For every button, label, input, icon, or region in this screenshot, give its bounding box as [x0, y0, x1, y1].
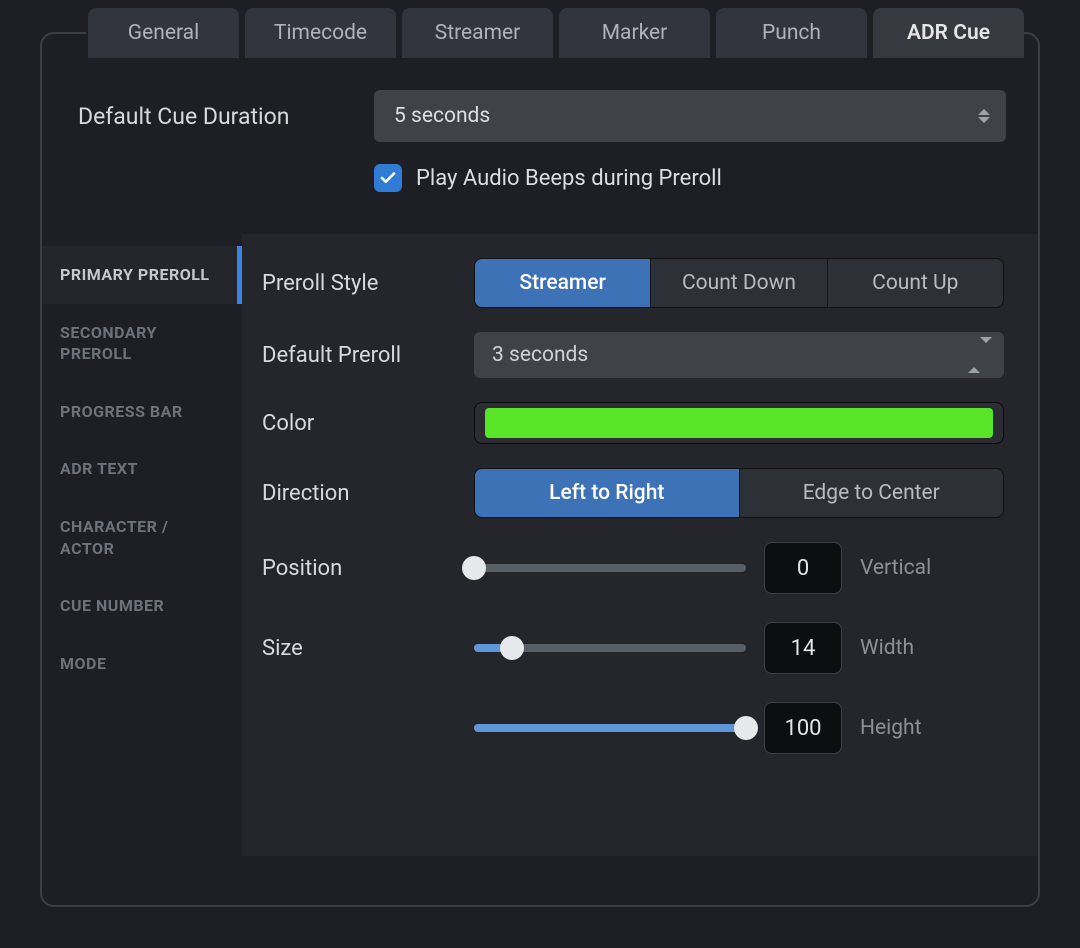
default-cue-duration-dropdown[interactable]: 5 seconds	[374, 90, 1006, 142]
size-width-value[interactable]: 14	[764, 622, 842, 674]
position-vertical-slider[interactable]	[474, 564, 746, 572]
size-width-row: Size 14 Width	[262, 622, 1004, 674]
play-beeps-checkbox[interactable]	[374, 164, 402, 192]
sidebar-item-primary-preroll[interactable]: PRIMARY PREROLL	[42, 246, 242, 304]
content-area: Preroll Style Streamer Count Down Count …	[242, 234, 1038, 856]
tab-timecode[interactable]: Timecode	[245, 8, 396, 58]
sidebar: PRIMARY PREROLL SECONDARY PREROLL PROGRE…	[42, 234, 242, 856]
main-tabbar: General Timecode Streamer Marker Punch A…	[0, 0, 1080, 58]
direction-ltr[interactable]: Left to Right	[475, 469, 740, 517]
play-beeps-row: Play Audio Beeps during Preroll	[42, 164, 1038, 192]
direction-label: Direction	[262, 481, 452, 506]
default-preroll-value: 3 seconds	[492, 343, 588, 367]
preroll-style-label: Preroll Style	[262, 271, 452, 296]
settings-panel: Default Cue Duration 5 seconds Play Audi…	[40, 32, 1040, 907]
direction-segmented: Left to Right Edge to Center	[474, 468, 1004, 518]
size-width-sublabel: Width	[860, 636, 946, 660]
position-row: Position 0 Vertical	[262, 542, 1004, 594]
size-height-slider[interactable]	[474, 724, 746, 732]
color-row: Color	[262, 402, 1004, 444]
direction-row: Direction Left to Right Edge to Center	[262, 468, 1004, 518]
color-label: Color	[262, 411, 452, 436]
size-height-row: 100 Height	[262, 702, 1004, 754]
tab-streamer[interactable]: Streamer	[402, 8, 553, 58]
default-preroll-row: Default Preroll 3 seconds	[262, 332, 1004, 378]
color-well[interactable]	[474, 402, 1004, 444]
preroll-style-row: Preroll Style Streamer Count Down Count …	[262, 258, 1004, 308]
color-swatch	[485, 408, 993, 438]
preroll-style-streamer[interactable]: Streamer	[475, 259, 651, 307]
default-preroll-dropdown[interactable]: 3 seconds	[474, 332, 1004, 378]
preroll-style-segmented: Streamer Count Down Count Up	[474, 258, 1004, 308]
direction-edge-center[interactable]: Edge to Center	[740, 469, 1004, 517]
tab-punch[interactable]: Punch	[716, 8, 867, 58]
preroll-style-countup[interactable]: Count Up	[828, 259, 1003, 307]
sidebar-item-adr-text[interactable]: ADR TEXT	[42, 440, 242, 498]
size-height-sublabel: Height	[860, 716, 946, 740]
size-label: Size	[262, 636, 452, 661]
position-label: Position	[262, 556, 452, 581]
size-height-value[interactable]: 100	[764, 702, 842, 754]
stepper-arrows-icon	[968, 343, 992, 367]
position-vertical-value[interactable]: 0	[764, 542, 842, 594]
default-preroll-label: Default Preroll	[262, 343, 452, 368]
default-cue-duration-value: 5 seconds	[394, 104, 490, 128]
tab-general[interactable]: General	[88, 8, 239, 58]
tab-marker[interactable]: Marker	[559, 8, 710, 58]
play-beeps-label: Play Audio Beeps during Preroll	[416, 166, 722, 191]
preroll-style-countdown[interactable]: Count Down	[651, 259, 827, 307]
sidebar-item-character-actor[interactable]: CHARACTER / ACTOR	[42, 498, 242, 577]
sidebar-item-progress-bar[interactable]: PROGRESS BAR	[42, 383, 242, 441]
stepper-arrows-icon	[978, 105, 992, 127]
default-cue-duration-label: Default Cue Duration	[78, 103, 342, 130]
check-icon	[379, 169, 397, 187]
sidebar-item-cue-number[interactable]: CUE NUMBER	[42, 577, 242, 635]
position-vertical-sublabel: Vertical	[860, 556, 946, 580]
tab-adr-cue[interactable]: ADR Cue	[873, 8, 1024, 58]
sidebar-item-secondary-preroll[interactable]: SECONDARY PREROLL	[42, 304, 242, 383]
size-width-slider[interactable]	[474, 644, 746, 652]
default-cue-duration-row: Default Cue Duration 5 seconds	[42, 90, 1038, 142]
sidebar-item-mode[interactable]: MODE	[42, 635, 242, 693]
